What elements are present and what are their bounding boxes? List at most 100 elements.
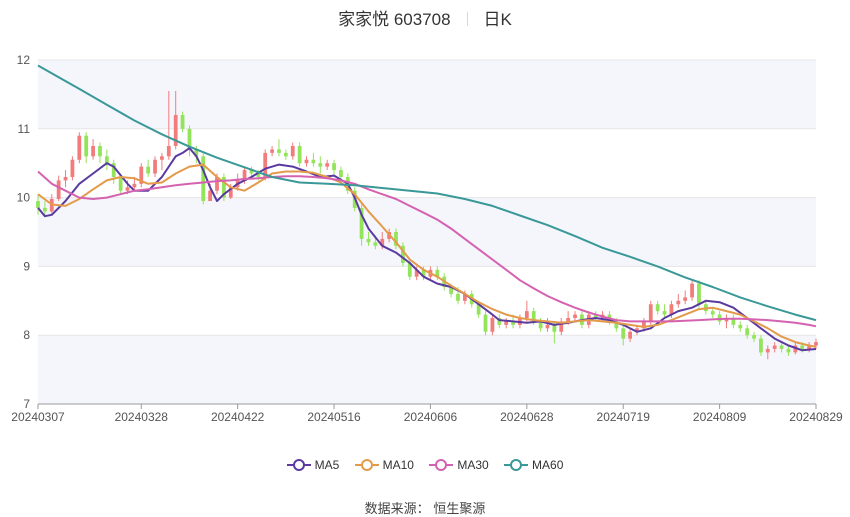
candle	[559, 318, 564, 336]
candle-body	[270, 149, 274, 153]
candle	[710, 307, 715, 318]
candle-body	[779, 345, 784, 349]
candle-body	[332, 163, 336, 171]
candle-body	[146, 166, 151, 174]
candle-body	[98, 146, 102, 157]
data-source: 数据来源： 恒生聚源	[0, 498, 850, 517]
candle-body	[318, 163, 323, 167]
candle-body	[566, 318, 571, 322]
candle	[139, 163, 144, 188]
legend-label-ma30: MA30	[457, 458, 489, 472]
candle	[111, 159, 116, 184]
candle-body	[759, 338, 763, 353]
candle-body	[311, 159, 316, 164]
candle	[497, 314, 502, 329]
candle-body	[573, 314, 577, 318]
candle-body	[676, 300, 681, 305]
legend-marker-ma30	[429, 459, 454, 471]
band-11	[38, 60, 816, 129]
candle-body	[814, 342, 818, 346]
kline-chart: 7 8 9 10 11 12 20240307 20240328 20240422 202405…	[11, 53, 843, 424]
legend-item-ma60[interactable]: MA60	[504, 458, 563, 472]
candle	[187, 125, 192, 157]
candle	[297, 142, 302, 167]
x-tick-label: 20240809	[693, 410, 747, 424]
candle-body	[366, 238, 371, 243]
candle-body	[552, 324, 557, 332]
legend-item-ma30[interactable]: MA30	[429, 458, 489, 472]
candle	[401, 242, 405, 267]
source-label: 数据来源：	[364, 501, 430, 516]
candle	[738, 321, 743, 332]
candle-body	[745, 328, 750, 336]
legend-item-ma5[interactable]: MA5	[286, 458, 340, 472]
candle-body	[201, 156, 206, 202]
candle-body	[290, 146, 295, 157]
candle	[724, 314, 729, 329]
candle	[311, 152, 316, 167]
candle-body	[690, 283, 694, 298]
candle	[283, 149, 288, 160]
x-tick-label: 20240328	[115, 410, 169, 424]
candle-body	[166, 146, 171, 157]
candle-body	[208, 190, 213, 202]
candle-body	[738, 324, 743, 329]
candle	[690, 280, 694, 301]
candle	[84, 132, 89, 164]
candle-body	[786, 348, 791, 353]
candle	[676, 293, 681, 308]
candle-body	[800, 345, 805, 349]
y-tick-label: 7	[23, 397, 30, 411]
candle-body	[752, 335, 756, 339]
candle-body	[621, 328, 626, 339]
candle	[573, 311, 577, 322]
candle-body	[180, 115, 185, 129]
candle	[662, 304, 667, 318]
x-tick-label: 20240719	[597, 410, 651, 424]
y-tick-label: 9	[23, 259, 30, 273]
candle-body	[125, 187, 130, 191]
candle	[731, 314, 736, 329]
candle-body	[36, 201, 40, 208]
candle-body	[70, 159, 75, 177]
candle	[490, 314, 495, 336]
legend-item-ma10[interactable]: MA10	[354, 458, 414, 472]
candle	[146, 159, 151, 177]
candle-body	[490, 318, 495, 332]
candle	[104, 149, 109, 171]
candle-body	[655, 304, 660, 312]
candle	[270, 146, 274, 157]
candle-body	[683, 297, 688, 301]
candle	[160, 152, 164, 171]
candle-body	[483, 314, 488, 332]
candle-body	[772, 345, 777, 349]
candle-body	[118, 176, 123, 191]
candle-body	[277, 149, 281, 153]
candle-body	[648, 304, 653, 322]
candle-body	[456, 293, 460, 301]
candle	[153, 156, 157, 177]
x-tick-label: 20240516	[307, 410, 361, 424]
candle-body	[132, 183, 137, 188]
candle	[277, 139, 281, 157]
candle-body	[662, 311, 667, 315]
candle-body	[63, 176, 68, 181]
candle-body	[104, 156, 109, 164]
legend-label-ma5: MA5	[314, 458, 340, 472]
candle	[483, 311, 488, 336]
candle-body	[524, 311, 529, 318]
candle	[70, 156, 75, 181]
y-tick-label: 10	[17, 191, 31, 205]
legend-marker-ma60	[504, 459, 529, 471]
band-7	[38, 335, 816, 404]
candle-body	[56, 180, 61, 199]
x-axis-ticks: 20240307 20240328 20240422 20240516 20240606…	[11, 403, 843, 424]
candle	[290, 142, 295, 160]
candle-body	[297, 146, 302, 164]
y-tick-label: 11	[18, 122, 31, 136]
candle	[77, 132, 82, 164]
legend-label-ma10: MA10	[382, 458, 414, 472]
candle-body	[283, 152, 288, 157]
legend-label-ma60: MA60	[532, 458, 564, 472]
candle	[545, 318, 550, 332]
